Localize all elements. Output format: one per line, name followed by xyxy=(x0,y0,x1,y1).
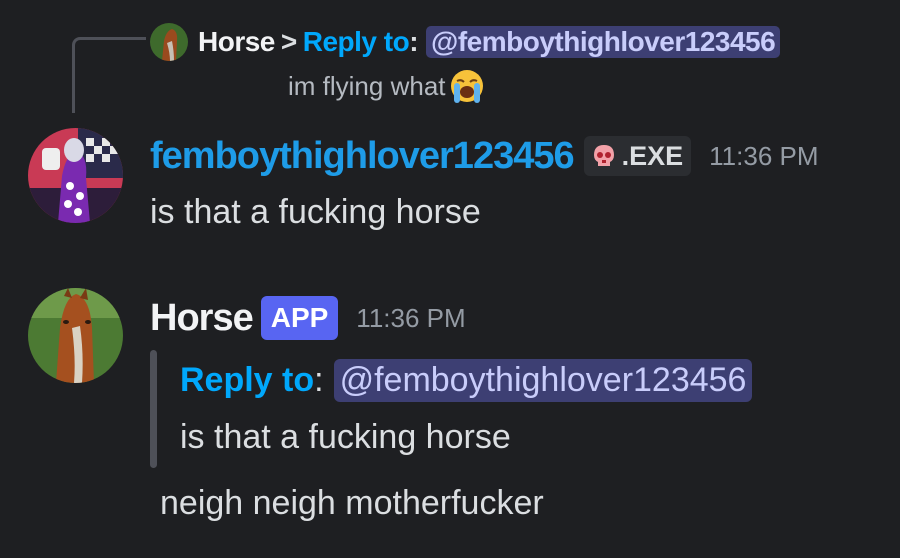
message2-text: neigh neigh motherfucker xyxy=(160,484,544,522)
mention[interactable]: @femboythighlover123456 xyxy=(426,26,781,58)
message2-header: Horse APP 11:36 PM xyxy=(150,294,466,342)
blockquote-bar xyxy=(150,350,157,468)
quoted-text: is that a fucking horse xyxy=(180,418,511,456)
mention[interactable]: @femboythighlover123456 xyxy=(333,358,753,402)
role-tag[interactable]: .EXE xyxy=(583,136,692,176)
reply-author-avatar[interactable] xyxy=(150,23,188,61)
bot-avatar[interactable] xyxy=(28,288,123,383)
timestamp[interactable]: 11:36 PM xyxy=(356,303,465,334)
user-avatar[interactable] xyxy=(28,128,123,223)
message1-header: femboythighlover123456 .EXE 11:36 PM xyxy=(150,132,819,180)
username[interactable]: Horse xyxy=(150,297,254,340)
reply-colon: : xyxy=(314,360,324,399)
reply-to-link[interactable]: Reply to xyxy=(303,26,410,58)
role-tag-label: .EXE xyxy=(621,140,684,171)
loudly-crying-face-icon xyxy=(450,70,483,103)
quoted-reply-header: Reply to : @femboythighlover123456 xyxy=(180,352,753,408)
reply-connector-line xyxy=(72,37,146,113)
reply-author-name[interactable]: Horse xyxy=(198,26,275,58)
timestamp[interactable]: 11:36 PM xyxy=(709,141,818,172)
reply-preview-header: Horse > Reply to : @femboythighlover1234… xyxy=(198,22,781,62)
reply-preview-text: im flying what xyxy=(288,70,446,101)
reply-separator: > xyxy=(280,26,297,57)
skull-icon xyxy=(593,145,614,166)
app-badge: APP xyxy=(260,296,339,340)
reply-preview-content[interactable]: im flying what xyxy=(288,64,486,108)
username[interactable]: femboythighlover123456 xyxy=(150,135,575,178)
reply-to-label: Reply to xyxy=(180,360,315,399)
reply-colon: : xyxy=(409,26,419,57)
message1-text: is that a fucking horse xyxy=(150,193,481,231)
